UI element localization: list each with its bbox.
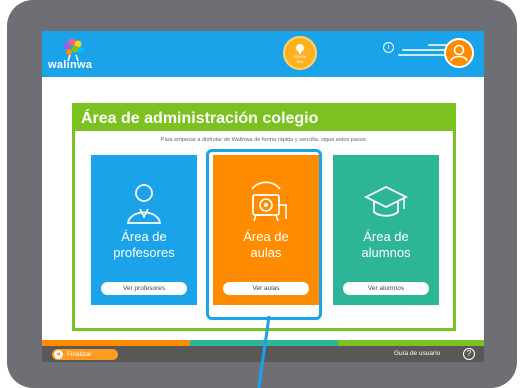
logo-text: walinwa bbox=[48, 59, 93, 71]
card-alumnos-line2: alumnos bbox=[361, 245, 411, 260]
top-bar: walinwa PRIMA RIA i bbox=[42, 31, 484, 77]
user-avatar-icon[interactable] bbox=[444, 38, 474, 68]
finalizar-label: Finalizar bbox=[67, 351, 92, 358]
footer-bar: Finalizar Guía de usuario ? bbox=[42, 346, 484, 362]
user-info bbox=[396, 44, 448, 58]
card-alumnos-title: Área de alumnos bbox=[333, 229, 439, 261]
card-profesores[interactable]: Área de profesores Ver profesores bbox=[91, 155, 197, 305]
card-alumnos-line1: Área de bbox=[363, 229, 409, 244]
ver-profesores-button[interactable]: Ver profesores bbox=[101, 282, 187, 295]
card-profesores-line1: Área de bbox=[121, 229, 167, 244]
back-arrow-icon bbox=[54, 350, 63, 359]
ver-alumnos-button[interactable]: Ver alumnos bbox=[343, 282, 429, 295]
admin-panel: Área de administración colegio Para empe… bbox=[72, 103, 456, 331]
app-screen: walinwa PRIMA RIA i Área de administraci… bbox=[42, 31, 484, 362]
graduation-cap-icon bbox=[363, 185, 409, 217]
card-alumnos[interactable]: Área de alumnos Ver alumnos bbox=[333, 155, 439, 305]
user-silhouette-icon bbox=[450, 44, 468, 62]
help-icon[interactable]: ? bbox=[463, 348, 475, 360]
user-info-line bbox=[398, 54, 448, 56]
card-profesores-line2: profesores bbox=[113, 245, 175, 260]
finalizar-button[interactable]: Finalizar bbox=[52, 349, 118, 360]
stage: walinwa PRIMA RIA i Área de administraci… bbox=[0, 0, 527, 388]
level-badge-text: PRIMA RIA bbox=[285, 54, 315, 64]
user-guide-link[interactable]: Guía de usuario bbox=[394, 350, 440, 357]
teacher-icon bbox=[126, 184, 162, 224]
level-badge[interactable]: PRIMA RIA bbox=[283, 36, 317, 70]
panel-subtitle: Para empezar a disfrutar de Walinwa de f… bbox=[160, 137, 368, 143]
panel-title: Área de administración colegio bbox=[75, 106, 453, 131]
info-icon[interactable]: i bbox=[383, 42, 394, 53]
card-profesores-title: Área de profesores bbox=[91, 229, 197, 261]
level-badge-line2: RIA bbox=[296, 58, 304, 64]
highlight-box bbox=[206, 149, 322, 320]
user-info-line bbox=[402, 49, 448, 51]
